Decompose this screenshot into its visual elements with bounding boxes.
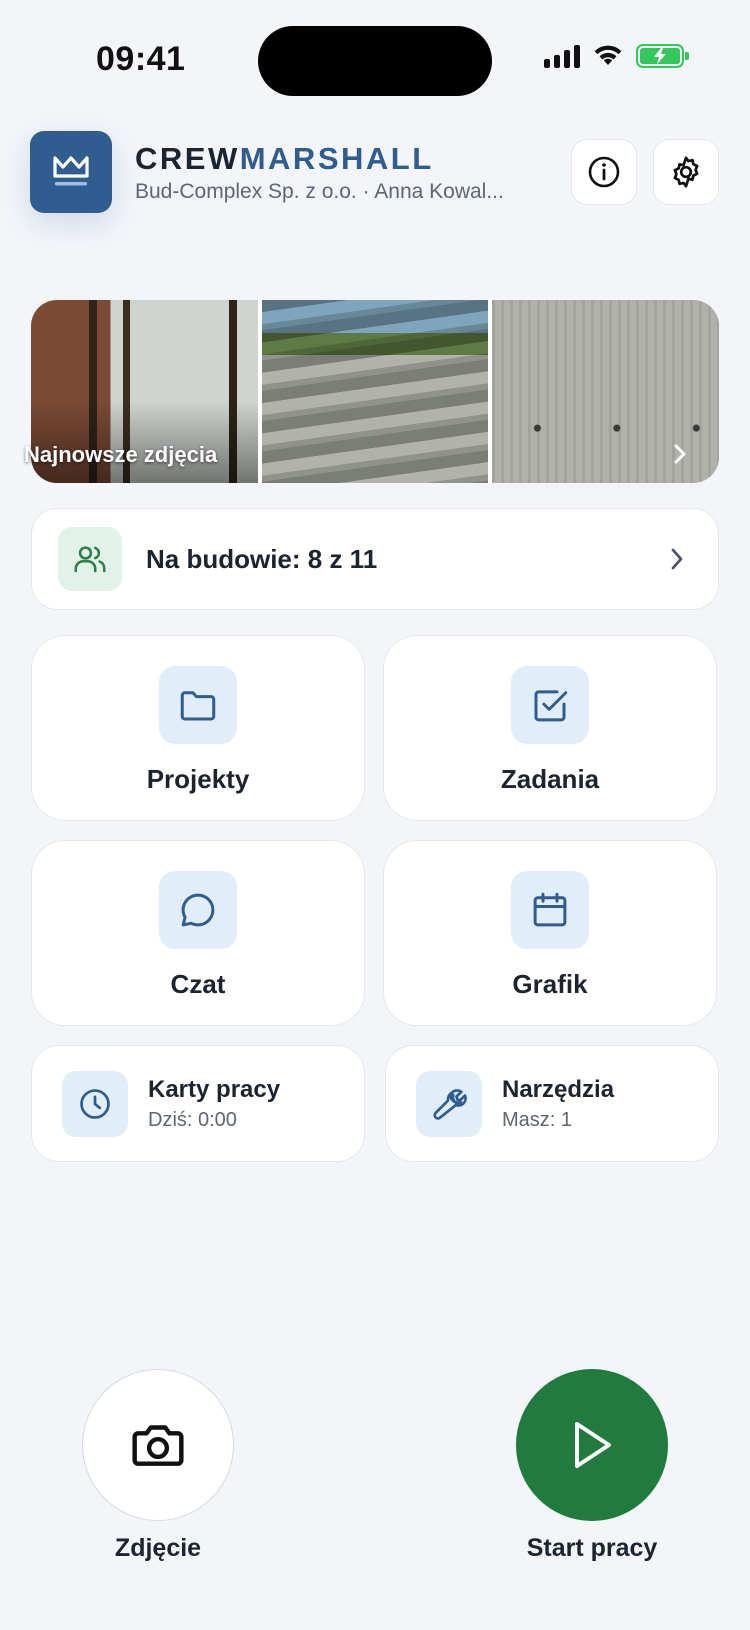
timesheets-card[interactable]: Karty pracy Dziś: 0:00 <box>31 1045 365 1162</box>
app-logo <box>30 131 112 213</box>
settings-button[interactable] <box>653 139 719 205</box>
users-icon <box>74 546 106 573</box>
start-work-button[interactable] <box>516 1369 668 1521</box>
folder-icon <box>180 691 216 721</box>
card-title: Karty pracy <box>148 1075 281 1103</box>
tile-chat[interactable]: Czat <box>31 840 365 1026</box>
wifi-icon <box>594 45 622 65</box>
tile-icon-container <box>511 871 589 949</box>
card-icon-container <box>416 1070 482 1137</box>
card-title: Narzędzia <box>502 1075 615 1103</box>
info-button[interactable] <box>571 139 637 205</box>
tile-icon-container <box>159 666 237 744</box>
tools-card[interactable]: Narzędzia Masz: 1 <box>385 1045 719 1162</box>
chat-bubble-icon <box>181 893 215 927</box>
status-time: 09:41 <box>96 40 186 78</box>
dynamic-island <box>258 26 492 96</box>
chevron-right-icon <box>674 444 686 464</box>
card-subtitle: Dziś: 0:00 <box>148 1108 237 1131</box>
wrench-icon <box>433 1088 467 1120</box>
status-icons <box>544 44 689 68</box>
brand-name: CREWMARSHALL <box>135 141 434 177</box>
tile-label: Projekty <box>146 764 250 794</box>
tile-label: Czat <box>170 969 226 999</box>
tile-schedule[interactable]: Grafik <box>383 840 717 1026</box>
crew-icon-container <box>58 527 122 591</box>
company-user-subtitle: Bud-Complex Sp. z o.o. · Anna Kowal... <box>135 180 504 203</box>
camera-icon <box>132 1425 184 1466</box>
crew-on-site-row[interactable]: Na budowie: 8 z 11 <box>31 508 719 610</box>
tile-icon-container <box>511 666 589 744</box>
brand-marshall: MARSHALL <box>239 141 434 176</box>
chevron-right-icon <box>671 548 683 570</box>
card-icon-container <box>62 1070 128 1137</box>
tile-label: Zadania <box>500 764 600 794</box>
clock-icon <box>80 1088 110 1119</box>
tile-icon-container <box>159 871 237 949</box>
calendar-icon <box>533 892 567 927</box>
tile-tasks[interactable]: Zadania <box>383 635 717 821</box>
info-icon <box>588 156 620 188</box>
start-work-label: Start pracy <box>526 1534 658 1562</box>
battery-icon <box>636 44 689 68</box>
photo-thumbnail <box>261 300 489 483</box>
checkbox-icon <box>534 690 568 722</box>
take-photo-label: Zdjęcie <box>114 1534 202 1562</box>
take-photo-button[interactable] <box>82 1369 234 1521</box>
tile-label: Grafik <box>512 969 588 999</box>
brand-crew: CREW <box>135 141 240 176</box>
cellular-signal-icon <box>544 44 580 68</box>
card-subtitle: Masz: 1 <box>502 1108 573 1131</box>
tile-projects[interactable]: Projekty <box>31 635 365 821</box>
gear-icon <box>673 156 699 188</box>
crew-on-site-text: Na budowie: 8 z 11 <box>146 543 378 574</box>
crown-logo-icon <box>53 156 89 186</box>
play-icon <box>575 1422 611 1468</box>
recent-photos-label: Najnowsze zdjęcia <box>24 442 218 467</box>
